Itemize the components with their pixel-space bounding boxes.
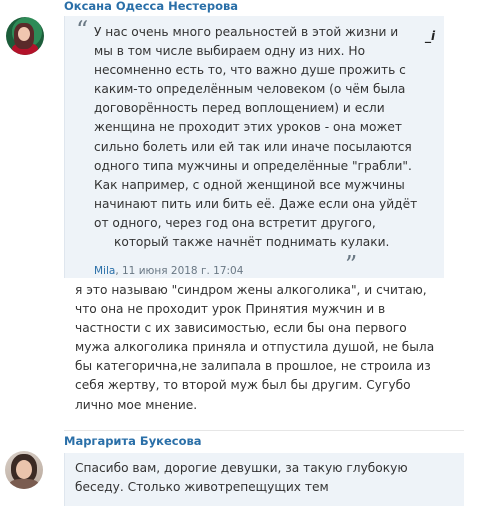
comment-divider bbox=[64, 430, 464, 431]
author-avatar[interactable] bbox=[5, 451, 43, 489]
quote-line: каким-то определённым человеком (о чём б… bbox=[94, 82, 406, 97]
quote-line: У нас очень много реальностей в этой жиз… bbox=[94, 25, 399, 39]
comment-line: беседу. Столько животрепещущих тем bbox=[75, 480, 329, 495]
avatar-face bbox=[18, 27, 30, 41]
avatar-body bbox=[9, 479, 39, 489]
quote-line: мы в том числе выбираем одну из них. Но bbox=[94, 44, 366, 59]
quote-line: одного типа мужчины и определённые "граб… bbox=[94, 158, 412, 173]
comment-body: Спасибо вам, дорогие девушки, за такую г… bbox=[75, 459, 465, 497]
comment-line: мужа алкоголика приняла и отпустила душо… bbox=[75, 340, 435, 355]
comment-line: бы категорична,не залипала в прошлое, не… bbox=[75, 359, 431, 374]
quote-line: сильно болеть или ей так или иначе посыл… bbox=[94, 139, 412, 154]
comment-line: я это называю "синдром жены алкоголика",… bbox=[75, 283, 427, 297]
comment-author-name[interactable]: Маргарита Букесова bbox=[64, 434, 202, 448]
comment-line: что она не проходит урок Принятия мужчин… bbox=[75, 302, 386, 317]
quote-line: начинают пить или бить её. Даже если она… bbox=[94, 196, 418, 211]
comment-line: себя жертву, то второй муж был бы другим… bbox=[75, 378, 411, 393]
quote-open-icon: “ bbox=[76, 16, 89, 44]
quote-line: женщина не проходит этих уроков - она мо… bbox=[94, 120, 402, 135]
comment-line: Спасибо вам, дорогие девушки, за такую г… bbox=[75, 461, 408, 475]
avatar-face bbox=[16, 460, 32, 479]
quote-date: , 11 июня 2018 г. 17:04 bbox=[115, 265, 244, 277]
comment-line: лично мое мнение. bbox=[75, 397, 198, 412]
quote-meta: Mila, 11 июня 2018 г. 17:04 bbox=[94, 265, 243, 277]
quote-line: Как например, с одной женщиной все мужчи… bbox=[94, 177, 405, 192]
quote-line: несомненно есть то, что важно душе прожи… bbox=[94, 63, 406, 78]
author-avatar[interactable] bbox=[6, 17, 44, 55]
quote-line: договорённость перед воплощением) и если bbox=[94, 101, 385, 116]
quote-line: который также начнёт поднимать кулаки. bbox=[114, 235, 390, 250]
comment-body: я это называю "синдром жены алкоголика",… bbox=[75, 281, 465, 415]
quote-author-link[interactable]: Mila bbox=[94, 265, 115, 277]
comment-line: частности с их зависимостью, если бы она… bbox=[75, 321, 407, 336]
quote-close-icon: ” bbox=[345, 251, 358, 279]
comment-author-name[interactable]: Оксана Одесса Нестерова bbox=[64, 0, 238, 13]
quote-line: от одного, через год она встретит другог… bbox=[94, 215, 376, 230]
quote-block: “ _i У нас очень много реальностей в это… bbox=[64, 16, 444, 278]
quote-text: У нас очень много реальностей в этой жиз… bbox=[94, 23, 442, 252]
